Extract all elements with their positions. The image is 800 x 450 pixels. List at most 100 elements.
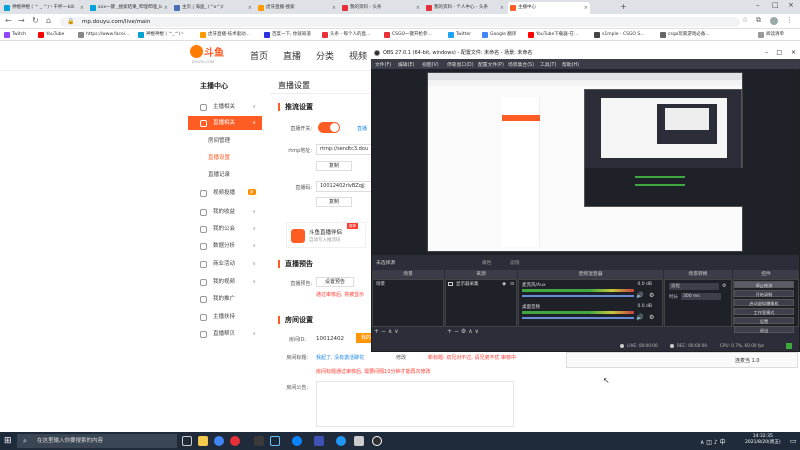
properties-button[interactable]: 属性 bbox=[482, 259, 492, 266]
start-recording-button[interactable]: 开始录制 bbox=[734, 290, 794, 297]
set-notice-button[interactable]: 设置预告 bbox=[316, 277, 354, 287]
transition-select[interactable]: 淡化 bbox=[669, 283, 719, 290]
edit-title-button[interactable]: 修改 bbox=[396, 354, 406, 361]
sidebar-item-business[interactable]: 商业活动 ∨ bbox=[188, 257, 262, 271]
reading-list[interactable]: 阅读清单 bbox=[758, 31, 784, 39]
obs-preview-capture[interactable] bbox=[427, 72, 743, 252]
nav-video[interactable]: 视频 bbox=[349, 49, 367, 62]
source-gear-icon[interactable]: ⚙ bbox=[461, 328, 466, 335]
announcement-textarea[interactable] bbox=[316, 381, 514, 427]
douyu-logo[interactable]: 斗鱼 DOUYU.COM bbox=[190, 44, 230, 66]
bookmark-item[interactable]: https://www.facei... bbox=[78, 31, 129, 39]
notification-icon[interactable]: ▭ bbox=[790, 437, 797, 445]
bookmark-item[interactable]: Google 翻译 bbox=[482, 31, 516, 39]
forward-icon[interactable]: → bbox=[18, 16, 25, 25]
mic-speaker-icon[interactable]: 🔊 bbox=[636, 292, 643, 299]
bookmark-item[interactable]: 神棍神棍 ( ^_^)丶 bbox=[138, 31, 185, 39]
profile-avatar[interactable] bbox=[770, 17, 778, 25]
scene-item[interactable]: 场景 bbox=[373, 281, 443, 288]
sidebar-item-promo[interactable]: 我的推广 bbox=[188, 292, 262, 306]
studio-mode-button[interactable]: 工作室模式 bbox=[734, 308, 794, 315]
remove-source-icon[interactable]: − bbox=[454, 328, 459, 335]
windows-start-icon[interactable]: ⊞ bbox=[4, 436, 12, 446]
close-tab-icon[interactable]: × bbox=[584, 2, 588, 14]
extensions-icon[interactable]: ⧉ bbox=[756, 16, 761, 25]
obs-menu-scene-collection[interactable]: 场景集合(S) bbox=[508, 61, 534, 68]
copy-rtmp-button[interactable]: 复制 bbox=[316, 161, 352, 171]
sidebar-item-income[interactable]: 我的收益 ∨ bbox=[188, 205, 262, 219]
obs-close-icon[interactable]: × bbox=[791, 47, 796, 59]
obs-menu-view[interactable]: 视图(V) bbox=[422, 61, 439, 68]
stop-streaming-button[interactable]: 停止推流 bbox=[734, 281, 794, 288]
terminal-icon[interactable] bbox=[254, 436, 264, 446]
lock-source-icon[interactable]: ⊡ bbox=[510, 281, 514, 288]
tab-4[interactable]: 我的资料 - 头条 × bbox=[340, 2, 422, 14]
sidebar-item-video[interactable]: 视频投播 新 bbox=[188, 186, 262, 200]
bookmark-item[interactable]: csgo玩家游戏必备... bbox=[660, 31, 710, 39]
bookmark-item[interactable]: CSGO一键开枪参... bbox=[384, 31, 432, 39]
obs-taskbar-icon[interactable] bbox=[372, 436, 382, 446]
live-toggle[interactable] bbox=[318, 122, 340, 133]
live-link[interactable]: 直播 bbox=[357, 125, 367, 132]
desktop-volume-slider[interactable] bbox=[522, 317, 634, 319]
bookmark-item[interactable]: Twitter bbox=[448, 31, 471, 39]
app-icon-red[interactable] bbox=[230, 436, 240, 446]
desktop-settings-gear-icon[interactable]: ⚙ bbox=[649, 314, 654, 321]
obs-menu-help[interactable]: 帮助(H) bbox=[562, 61, 579, 68]
system-tray-icons[interactable]: ∧ ◫ ♪ 中 bbox=[700, 437, 726, 446]
maximize-icon[interactable]: □ bbox=[772, 1, 779, 9]
app-icon-indigo[interactable] bbox=[314, 436, 324, 446]
tab-2[interactable]: 主页 | 海盗_ (^o^)/ × bbox=[172, 2, 254, 14]
sidebar-item-analytics[interactable]: 数据分析 ∨ bbox=[188, 239, 262, 253]
tab-0[interactable]: 神棍神棍 ( ^ _ ^)丶干杯~-bili × bbox=[2, 2, 86, 14]
obs-maximize-icon[interactable]: □ bbox=[776, 47, 782, 59]
close-tab-icon[interactable]: × bbox=[500, 2, 504, 14]
start-virtual-camera-button[interactable]: 启动虚拟摄像机 bbox=[734, 299, 794, 306]
obs-menu-file[interactable]: 文件(F) bbox=[375, 61, 391, 68]
bookmark-item[interactable]: 头条 - 每个人的直... bbox=[322, 31, 370, 39]
obs-menu-profile[interactable]: 配置文件(P) bbox=[478, 61, 504, 68]
side-panel-label[interactable]: 连麦当 1.0 bbox=[735, 357, 760, 364]
back-icon[interactable]: ← bbox=[5, 16, 12, 25]
tab-1[interactable]: xxx一键 _搜索结果_哔哩哔哩_b × bbox=[88, 2, 170, 14]
bookmark-star-icon[interactable]: ☆ bbox=[742, 16, 748, 24]
bookmark-item[interactable]: YouTube bbox=[38, 31, 64, 39]
new-tab-icon[interactable]: + bbox=[620, 2, 627, 11]
mic-settings-gear-icon[interactable]: ⚙ bbox=[649, 292, 654, 299]
reload-icon[interactable]: ↻ bbox=[32, 16, 39, 25]
transition-gear-icon[interactable]: ⚙ bbox=[722, 283, 726, 289]
copy-code-button[interactable]: 复制 bbox=[316, 197, 352, 207]
obs-menu-edit[interactable]: 编辑(E) bbox=[398, 61, 414, 68]
minimize-icon[interactable]: – bbox=[756, 1, 760, 9]
close-tab-icon[interactable]: × bbox=[80, 2, 84, 14]
add-scene-icon[interactable]: + bbox=[374, 328, 379, 335]
app-icon-drop[interactable] bbox=[336, 436, 346, 446]
close-tab-icon[interactable]: × bbox=[416, 2, 420, 14]
tab-5[interactable]: 我的资料 - 个人中心 - 头条 × bbox=[424, 2, 506, 14]
sidebar-item-live-settings[interactable]: 直播设置 bbox=[188, 151, 262, 165]
bookmark-item[interactable]: YouTube下载器-在... bbox=[528, 31, 578, 39]
file-explorer-icon[interactable] bbox=[198, 436, 208, 446]
sidebar-item-live-records[interactable]: 直播记录 bbox=[188, 168, 262, 182]
steam-icon[interactable] bbox=[270, 436, 280, 446]
move-up-icon[interactable]: ∧ bbox=[388, 328, 392, 335]
task-view-icon[interactable] bbox=[182, 436, 192, 446]
sidebar-item-help[interactable]: 直播帮贝 ∨ bbox=[188, 327, 262, 341]
add-source-icon[interactable]: + bbox=[447, 328, 452, 335]
settings-button[interactable]: 设置 bbox=[734, 317, 794, 324]
obs-menu-docks[interactable]: 停靠窗口(D) bbox=[447, 61, 474, 68]
sidebar-item-my-video[interactable]: 我的视频 ∨ bbox=[188, 275, 262, 289]
bookmark-item[interactable]: Twitch bbox=[4, 31, 26, 39]
nav-category[interactable]: 分类 bbox=[316, 49, 334, 62]
obs-minimize-icon[interactable]: – bbox=[765, 47, 768, 59]
move-down-icon[interactable]: ∨ bbox=[475, 328, 479, 335]
home-icon[interactable]: ⌂ bbox=[46, 16, 51, 25]
sidebar-item-anchor[interactable]: 主播相关 ∨ bbox=[188, 100, 262, 114]
bookmark-item[interactable]: s1mple - CSGO S... bbox=[594, 31, 645, 39]
nav-home[interactable]: 首页 bbox=[250, 49, 268, 62]
sidebar-item-room-manage[interactable]: 房间管理 bbox=[188, 134, 262, 148]
nav-live[interactable]: 直播 bbox=[283, 49, 301, 62]
omnibox[interactable] bbox=[60, 17, 740, 27]
rtmp-field[interactable]: rtmp://sendtc3.dou bbox=[316, 144, 372, 155]
mic-volume-slider[interactable] bbox=[522, 295, 634, 297]
